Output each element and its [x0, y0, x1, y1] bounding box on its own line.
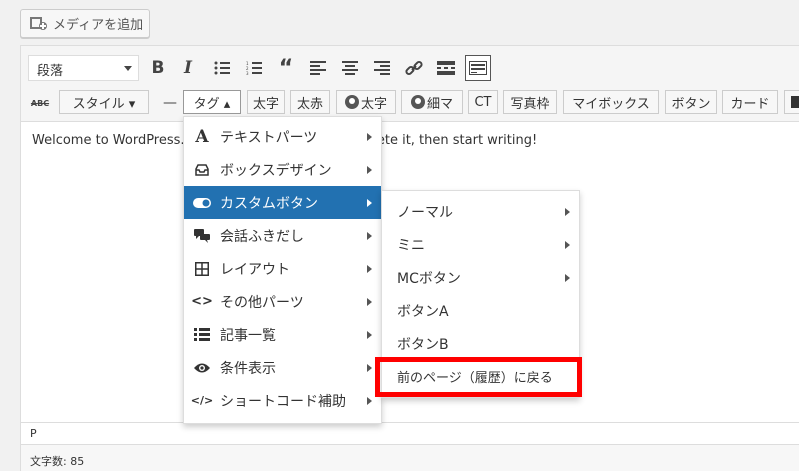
align-left-icon[interactable]: [305, 55, 331, 81]
menu-item-label: その他パーツ: [220, 294, 304, 311]
chat-bubbles-icon: [193, 228, 211, 244]
menu-item-label: ノーマル: [397, 204, 453, 221]
my-box-button[interactable]: マイボックス: [563, 90, 659, 114]
toolbar-row-2: ABC スタイル ▾ — タグ ▴ 太字 太赤 太字 細マ CT 写真枠 マイボ…: [21, 87, 799, 117]
format-select[interactable]: 段落: [28, 55, 139, 81]
chevron-right-icon: [367, 166, 372, 174]
menu-item-speech-bubble[interactable]: 会話ふきだし: [184, 219, 381, 252]
toggle-icon: [193, 195, 211, 211]
menu-item-label: MCボタン: [397, 270, 461, 287]
avatar-bold-button[interactable]: 太字: [336, 90, 396, 114]
menu-item-label: ボタンA: [397, 303, 449, 320]
shortcode-icon: </>: [190, 394, 214, 407]
menu-item-article-list[interactable]: 記事一覧: [184, 318, 381, 351]
add-media-label: メディアを追加: [53, 18, 144, 33]
submenu-item-button-a[interactable]: ボタンA: [382, 294, 579, 327]
menu-item-label: ボタンB: [397, 336, 449, 353]
toolbar-row-1: 段落 B I 123 “: [21, 52, 799, 82]
chevron-right-icon: [367, 331, 372, 339]
chevron-down-icon: [124, 66, 132, 71]
bold-text-button[interactable]: 太字: [247, 90, 285, 114]
menu-item-label: ボックスデザイン: [220, 162, 332, 179]
menu-item-shortcode-helper[interactable]: </> ショートコード補助: [184, 384, 381, 417]
blockquote-icon[interactable]: “: [273, 55, 299, 81]
avatar-icon: [344, 95, 359, 109]
chevron-right-icon: [565, 274, 570, 282]
menu-item-text-parts[interactable]: A テキストパーツ: [184, 120, 381, 153]
menu-item-custom-button[interactable]: カスタムボタン: [184, 186, 381, 219]
chevron-right-icon: [367, 133, 372, 141]
avatar-bold-label: 太字: [360, 96, 387, 112]
menu-item-other-parts[interactable]: <> その他パーツ: [184, 285, 381, 318]
highlight-annotation-box: [375, 357, 582, 397]
bullet-list-icon[interactable]: [209, 55, 235, 81]
avatar-thin-label: 細マ: [426, 96, 453, 112]
align-right-icon[interactable]: [369, 55, 395, 81]
editor-toolbar: 段落 B I 123 “ ABC スタイル ▾ — タグ ▴ 太字 太赤 太字 …: [21, 46, 799, 122]
menu-item-label: ミニ: [397, 237, 425, 254]
chevron-right-icon: [565, 208, 570, 216]
menu-item-label: 会話ふきだし: [220, 228, 304, 245]
more-button[interactable]: [784, 90, 799, 114]
code-brackets-icon: <>: [191, 294, 213, 309]
list-icon: [193, 327, 211, 343]
button-button[interactable]: ボタン: [665, 90, 717, 114]
menu-item-layout[interactable]: レイアウト: [184, 252, 381, 285]
content-text-right: delete it, then start writing!: [357, 133, 538, 148]
chevron-right-icon: [565, 241, 570, 249]
overflow-icon: [791, 96, 799, 108]
ct-button[interactable]: CT: [468, 90, 498, 114]
media-add-icon: [30, 16, 48, 32]
chevron-right-icon: [367, 298, 372, 306]
submenu-item-mini[interactable]: ミニ: [382, 228, 579, 261]
add-media-button[interactable]: メディアを追加: [20, 9, 150, 38]
chevron-right-icon: [367, 364, 372, 372]
menu-item-label: レイアウト: [220, 261, 290, 278]
avatar-thin-button[interactable]: 細マ: [401, 90, 463, 114]
editor-content[interactable]: Welcome to WordPress. delete it, then st…: [32, 133, 537, 148]
chevron-right-icon: [367, 397, 372, 405]
link-icon[interactable]: [401, 55, 427, 81]
bold-icon[interactable]: B: [145, 55, 171, 81]
toolbar-toggle-icon[interactable]: [465, 55, 491, 81]
chevron-right-icon: [367, 232, 372, 240]
tag-menu: A テキストパーツ ボックスデザイン カスタムボタン 会話ふきだし レイアウト …: [183, 116, 382, 424]
tag-dropdown[interactable]: タグ ▴: [183, 90, 241, 114]
photo-frame-button[interactable]: 写真枠: [503, 90, 557, 114]
menu-item-box-design[interactable]: ボックスデザイン: [184, 153, 381, 186]
word-count: 文字数: 85: [21, 444, 799, 471]
chevron-right-icon: [367, 199, 372, 207]
strikethrough-icon[interactable]: ABC: [27, 90, 53, 116]
style-dropdown[interactable]: スタイル ▾: [59, 90, 149, 114]
submenu-item-mc-button[interactable]: MCボタン: [382, 261, 579, 294]
menu-item-conditional-display[interactable]: 条件表示: [184, 351, 381, 384]
menu-item-label: 記事一覧: [220, 327, 276, 344]
svg-text:3: 3: [246, 71, 249, 75]
grid-icon: [193, 261, 211, 277]
menu-item-label: テキストパーツ: [220, 129, 318, 146]
content-text-left: Welcome to WordPress.: [32, 133, 185, 148]
format-select-value: 段落: [37, 64, 64, 79]
align-center-icon[interactable]: [337, 55, 363, 81]
chevron-right-icon: [367, 265, 372, 273]
inbox-icon: [193, 162, 211, 178]
menu-item-label: カスタムボタン: [220, 195, 318, 212]
menu-item-label: ショートコード補助: [220, 393, 346, 410]
bold-red-button[interactable]: 太赤: [290, 90, 330, 114]
submenu-item-button-b[interactable]: ボタンB: [382, 327, 579, 360]
italic-icon[interactable]: I: [175, 55, 201, 81]
submenu-item-normal[interactable]: ノーマル: [382, 195, 579, 228]
text-A-icon: A: [195, 126, 209, 147]
avatar-icon: [410, 95, 425, 109]
horizontal-rule-icon[interactable]: —: [157, 90, 183, 116]
read-more-icon[interactable]: [433, 55, 459, 81]
eye-icon: [193, 360, 211, 376]
menu-item-label: 条件表示: [220, 360, 276, 377]
card-button[interactable]: カード: [722, 90, 778, 114]
element-path: P: [21, 422, 799, 444]
numbered-list-icon[interactable]: 123: [241, 55, 267, 81]
